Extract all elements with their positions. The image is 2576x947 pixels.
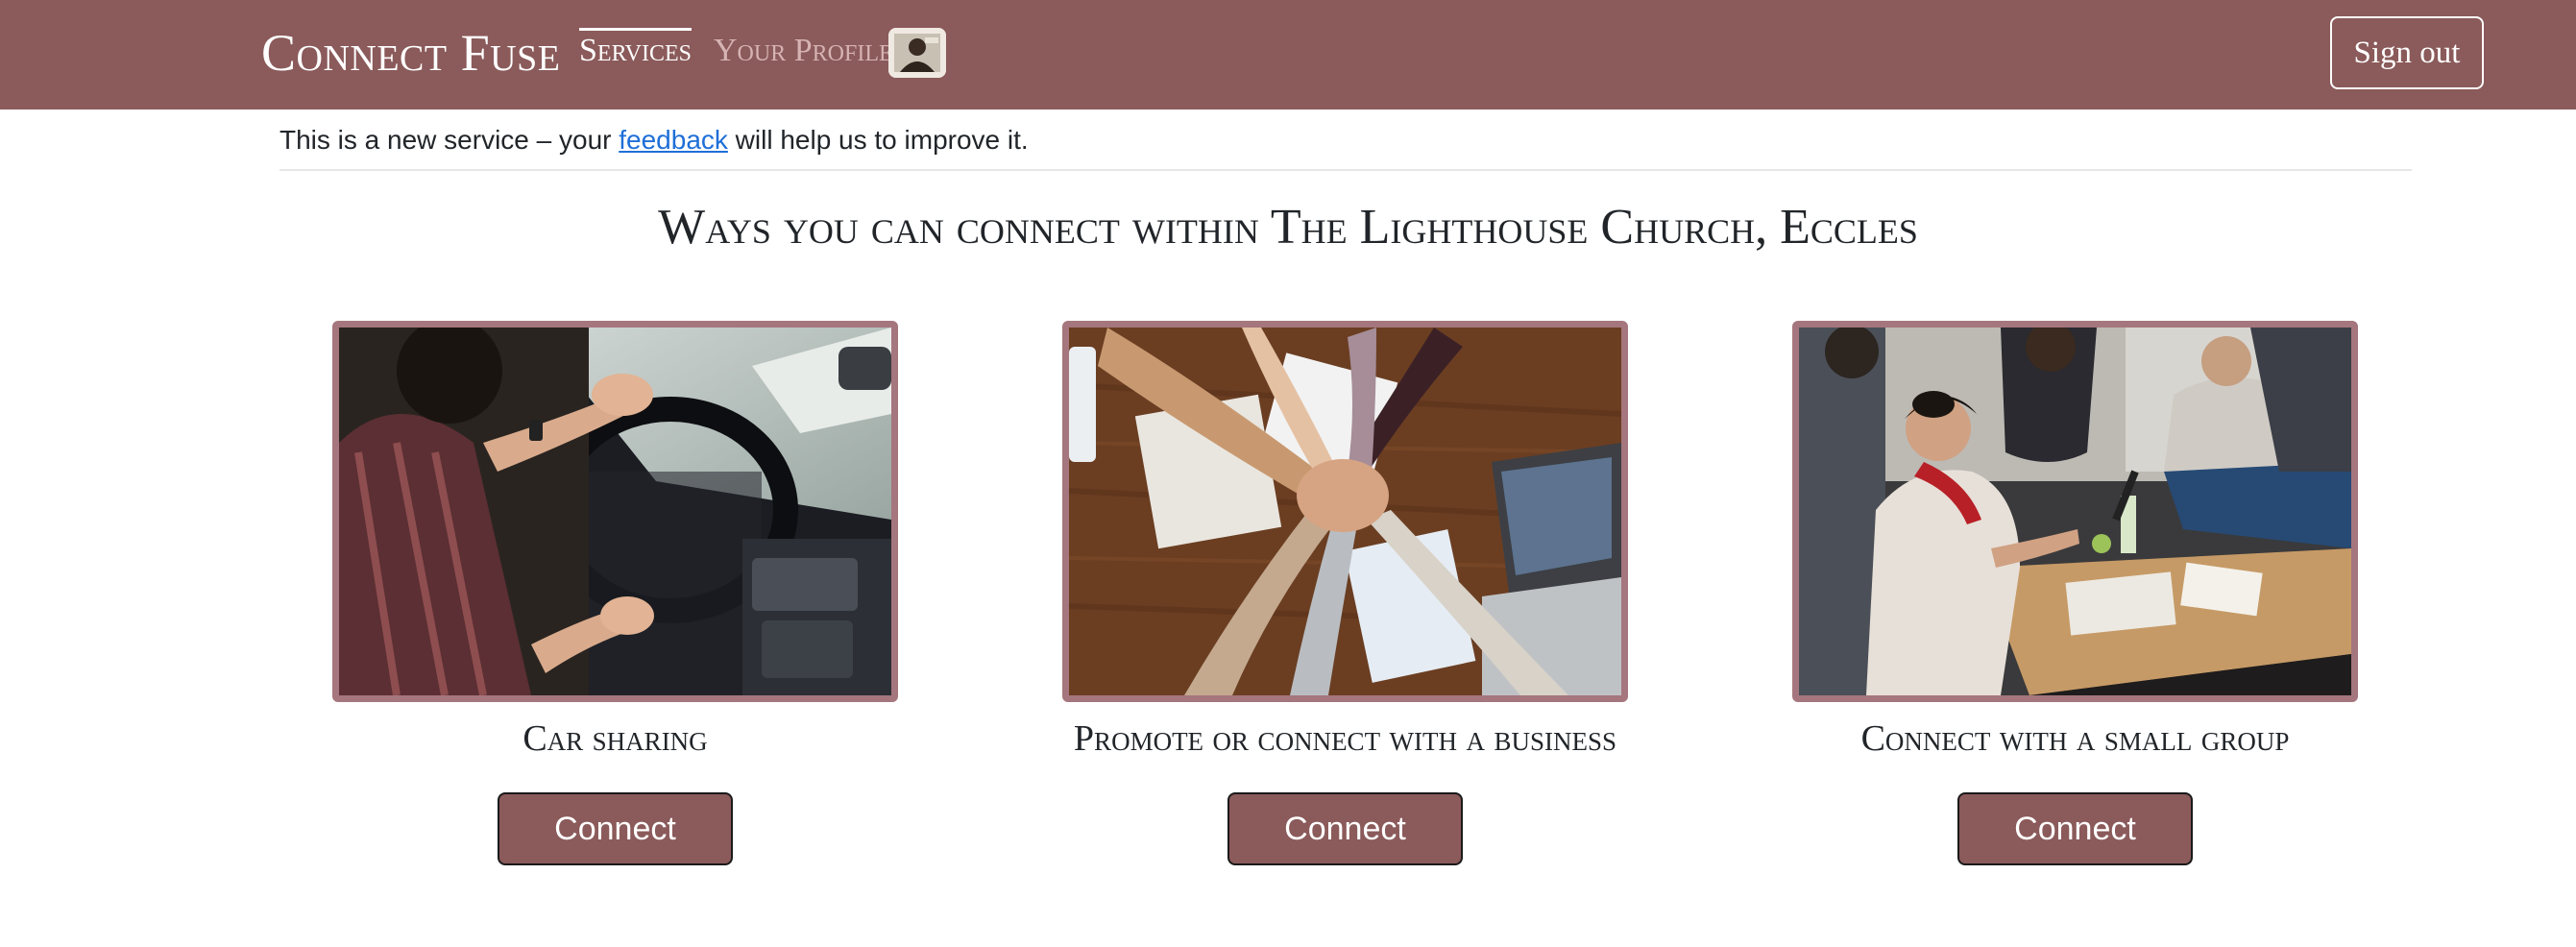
service-label: Car sharing — [522, 718, 708, 759]
banner-divider — [279, 169, 2412, 171]
feedback-link[interactable]: feedback — [619, 125, 728, 155]
car-sharing-image — [332, 321, 898, 702]
banner-text-suffix: will help us to improve it. — [727, 125, 1029, 155]
connect-button-car-sharing[interactable]: Connect — [498, 792, 733, 865]
service-card-business: Promote or connect with a business Conne… — [1062, 321, 1628, 865]
page-title: Ways you can connect within The Lighthou… — [658, 200, 1918, 255]
nav-link-your-profile[interactable]: Your Profile — [714, 32, 893, 70]
service-label: Connect with a small group — [1860, 718, 2290, 759]
banner-text-prefix: This is a new service – your — [279, 125, 620, 155]
profile-avatar[interactable] — [888, 28, 946, 78]
business-image — [1062, 321, 1628, 702]
small-group-image — [1792, 321, 2358, 702]
top-navbar: Connect Fuse Services Your Profile Sign … — [0, 0, 2576, 109]
service-label: Promote or connect with a business — [1073, 718, 1617, 759]
service-card-small-group: Connect with a small group Connect — [1792, 321, 2358, 865]
brand-logo-link[interactable]: Connect Fuse — [261, 21, 560, 85]
sign-out-button[interactable]: Sign out — [2330, 16, 2484, 89]
connect-button-small-group[interactable]: Connect — [1957, 792, 2193, 865]
nav-link-services[interactable]: Services — [579, 28, 692, 70]
connect-button-business[interactable]: Connect — [1227, 792, 1463, 865]
service-card-car-sharing: Car sharing Connect — [332, 321, 898, 865]
feedback-banner: This is a new service – your feedback wi… — [279, 123, 2412, 158]
